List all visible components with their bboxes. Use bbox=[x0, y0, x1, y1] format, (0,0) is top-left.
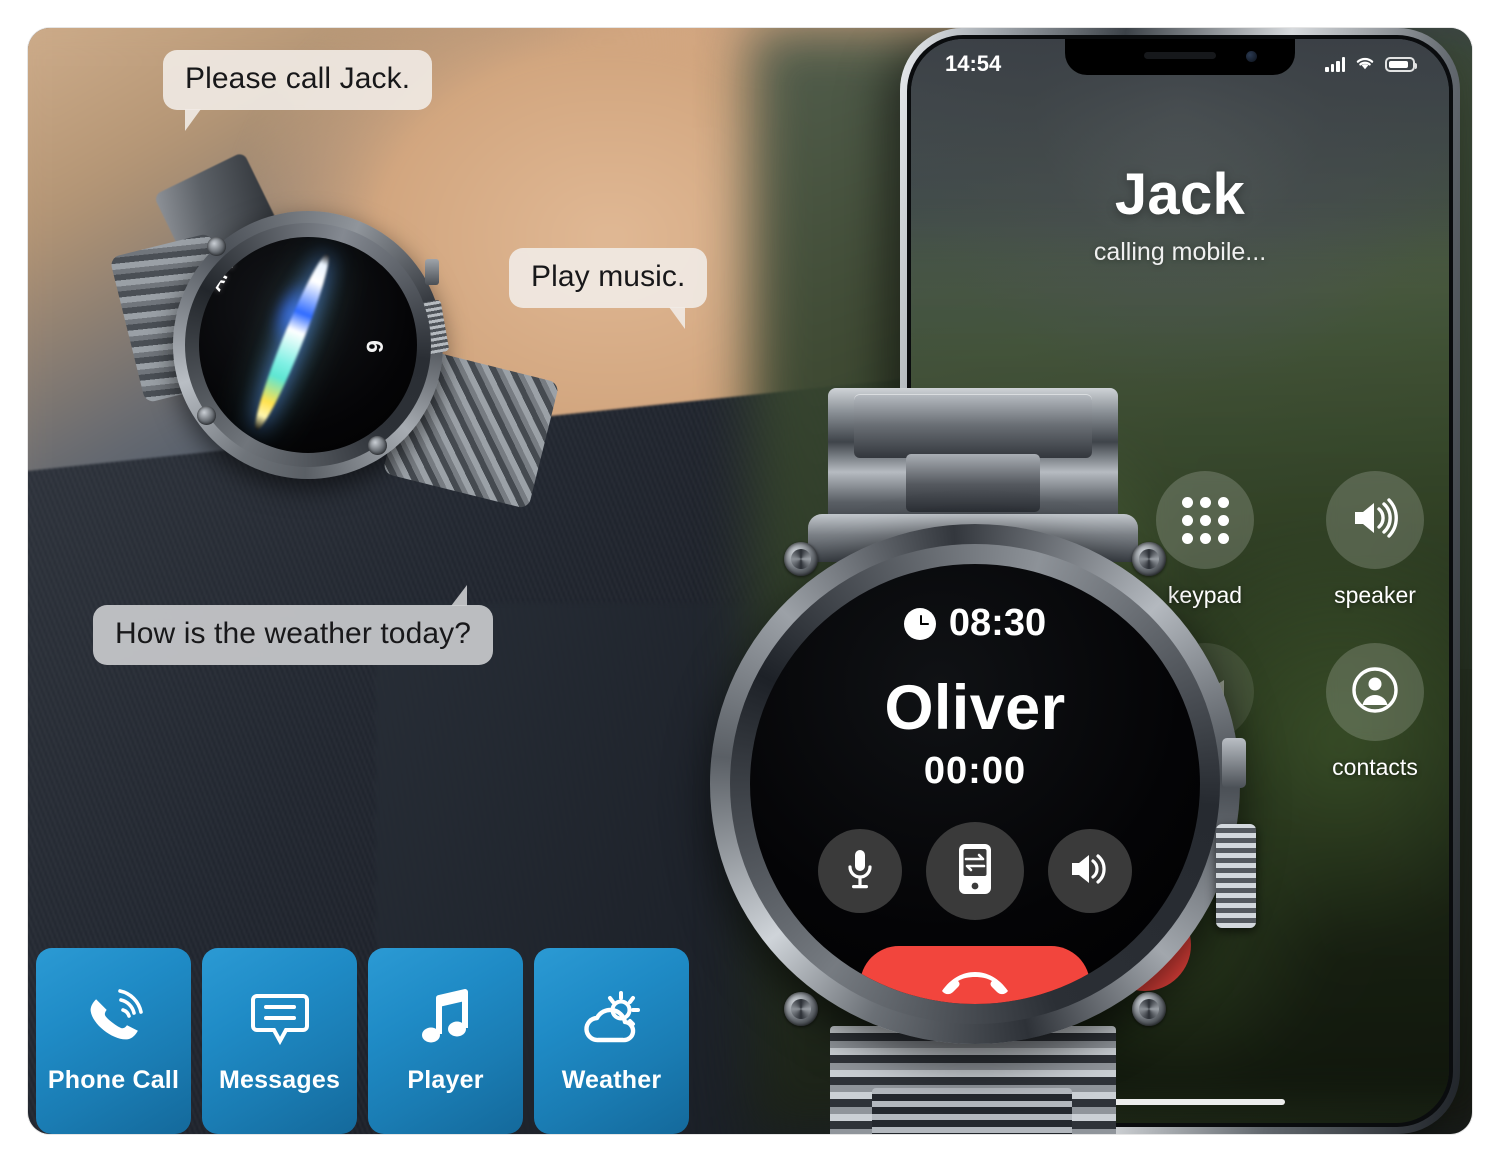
bubble-tail bbox=[185, 109, 211, 131]
phone-status-bar: 14:54 bbox=[911, 47, 1449, 81]
watch-case: 08:30 Oliver 00:00 bbox=[710, 524, 1256, 1044]
clock-icon bbox=[903, 607, 936, 640]
music-note-icon bbox=[413, 988, 479, 1050]
contacts-icon bbox=[1350, 665, 1400, 720]
watch-pusher-button[interactable] bbox=[1222, 738, 1246, 788]
voice-bubble-text: How is the weather today? bbox=[115, 617, 472, 650]
watch-pusher-button[interactable] bbox=[425, 259, 439, 285]
speaker-icon bbox=[1068, 850, 1112, 893]
voice-bubble-text: Play music. bbox=[531, 260, 686, 293]
contacts-label: contacts bbox=[1332, 754, 1418, 780]
watch-caller-name: Oliver bbox=[884, 673, 1066, 743]
bubble-tail bbox=[441, 585, 468, 606]
left-smartwatch: AI voice 6 bbox=[109, 151, 560, 513]
phone-transfer-icon bbox=[955, 842, 995, 901]
phone-caller-name: Jack bbox=[1114, 162, 1246, 227]
product-showcase-scene: Please call Jack. Play music. How is the… bbox=[28, 28, 1472, 1134]
phone-call-info: Jack calling mobile... bbox=[911, 161, 1449, 267]
feature-tile-label: Messages bbox=[218, 1065, 341, 1094]
sun-cloud-icon bbox=[579, 988, 645, 1050]
wifi-icon bbox=[1354, 51, 1376, 77]
case-screw bbox=[1132, 992, 1166, 1026]
watch-band-bottom-link bbox=[872, 1088, 1072, 1134]
watch-screen-ai-voice[interactable]: AI voice 6 bbox=[199, 237, 417, 453]
speaker-button[interactable]: speaker bbox=[1305, 471, 1445, 609]
cellular-signal-icon bbox=[1325, 56, 1345, 72]
right-smartwatch: 08:30 Oliver 00:00 bbox=[700, 388, 1272, 1134]
feature-tile-messages[interactable]: Messages bbox=[202, 948, 357, 1134]
case-screw bbox=[197, 406, 216, 425]
case-screw bbox=[1132, 542, 1166, 576]
hang-up-icon bbox=[937, 966, 1013, 1005]
watch-status-time-row: 08:30 bbox=[750, 602, 1200, 645]
feature-tile-label: Weather bbox=[561, 1065, 662, 1094]
voice-bubble-weather: How is the weather today? bbox=[93, 585, 494, 665]
status-time: 14:54 bbox=[945, 51, 1002, 76]
watch-end-call-button[interactable] bbox=[860, 946, 1090, 1004]
voice-bubble-call: Please call Jack. bbox=[163, 50, 433, 131]
watch-call-controls bbox=[750, 822, 1200, 920]
phone-ringing-icon bbox=[81, 988, 147, 1050]
feature-tile-label: Phone Call bbox=[47, 1065, 180, 1094]
message-bubble-icon bbox=[247, 988, 313, 1050]
battery-icon bbox=[1385, 56, 1417, 72]
speaker-icon bbox=[1349, 497, 1401, 544]
feature-tile-phone-call[interactable]: Phone Call bbox=[36, 948, 191, 1134]
watch-case: AI voice 6 bbox=[173, 211, 450, 479]
voice-bubble-music: Play music. bbox=[509, 248, 708, 329]
mute-button[interactable] bbox=[818, 829, 902, 913]
watch-status-time: 08:30 bbox=[948, 602, 1047, 644]
watch-call-duration: 00:00 bbox=[923, 750, 1027, 792]
phone-call-status: calling mobile... bbox=[1093, 238, 1267, 266]
speaker-button[interactable] bbox=[1048, 829, 1132, 913]
bubble-tail bbox=[659, 307, 686, 329]
feature-tile-weather[interactable]: Weather bbox=[534, 948, 689, 1134]
hour-marker-6: 6 bbox=[361, 339, 389, 354]
watch-crown[interactable] bbox=[1216, 824, 1256, 928]
speaker-label: speaker bbox=[1334, 582, 1416, 608]
contacts-button[interactable]: contacts bbox=[1305, 643, 1445, 781]
case-screw bbox=[784, 542, 818, 576]
watch-screen-call[interactable]: 08:30 Oliver 00:00 bbox=[750, 564, 1200, 1004]
feature-tiles: Phone Call Messages Player Weather bbox=[36, 948, 689, 1134]
feature-tile-label: Player bbox=[407, 1065, 484, 1094]
transfer-to-phone-button[interactable] bbox=[926, 822, 1024, 920]
voice-bubble-text: Please call Jack. bbox=[185, 62, 411, 95]
case-screw bbox=[784, 992, 818, 1026]
microphone-icon bbox=[843, 847, 877, 896]
feature-tile-player[interactable]: Player bbox=[368, 948, 523, 1134]
case-screw bbox=[368, 436, 387, 455]
